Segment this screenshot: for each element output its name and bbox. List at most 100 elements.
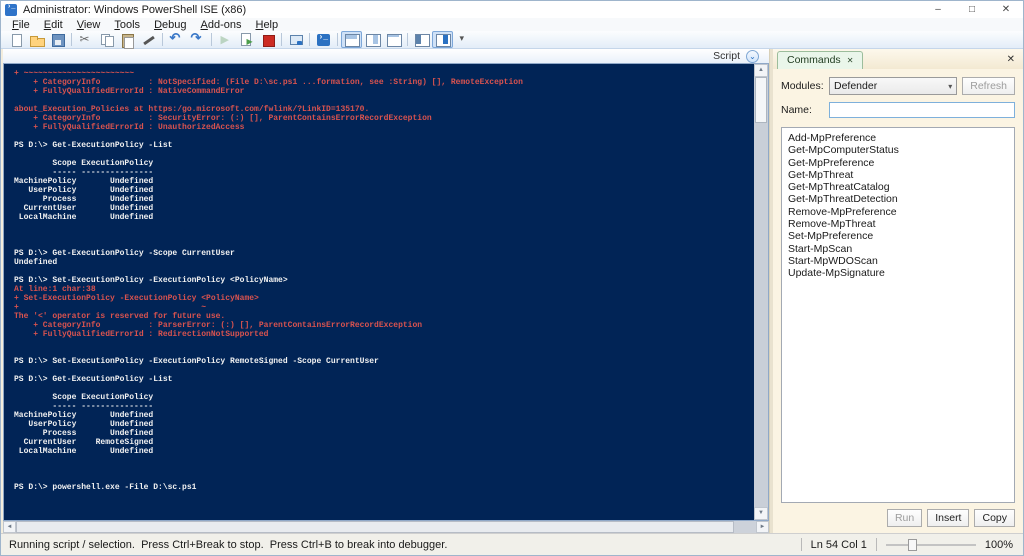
show-command-window-button[interactable]	[411, 31, 432, 48]
toolbar-separator	[309, 33, 310, 46]
menu-item[interactable]: Help	[248, 19, 285, 31]
horizontal-scroll-thumb[interactable]	[16, 521, 734, 533]
zoom-slider[interactable]	[885, 538, 976, 552]
clear-console-pane-button[interactable]	[138, 31, 159, 48]
console-line: CurrentUser RemoteSigned	[14, 438, 154, 447]
close-tab-icon[interactable]: ✕	[847, 56, 854, 65]
command-list-item[interactable]: Get-MpThreatDetection	[782, 193, 1014, 205]
menu-item[interactable]: File	[5, 19, 37, 31]
maximize-button[interactable]: □	[955, 1, 989, 18]
console-line: PS D:\> powershell.exe -File D:\sc.ps1	[14, 483, 197, 492]
command-list-item[interactable]: Start-MpWDOScan	[782, 255, 1014, 267]
run-command-button[interactable]: Run	[886, 509, 923, 527]
cut-button[interactable]	[75, 31, 96, 48]
toolbar-separator	[162, 33, 163, 46]
command-list-item[interactable]: Remove-MpThreat	[782, 218, 1014, 230]
console-line: PS D:\> Get-ExecutionPolicy -List	[14, 141, 173, 150]
vertical-scroll-thumb[interactable]	[755, 77, 767, 123]
show-script-pane-right-button[interactable]	[362, 31, 383, 48]
redo-button[interactable]	[187, 30, 208, 48]
tab-commands[interactable]: Commands ✕	[777, 51, 864, 69]
copy-button[interactable]	[96, 31, 117, 48]
modules-dropdown[interactable]: Defender ▾	[829, 77, 958, 95]
console-horizontal-scrollbar[interactable]: ◄ ►	[3, 521, 769, 533]
horizontal-scroll-track[interactable]	[16, 521, 756, 533]
paste-button[interactable]	[117, 31, 138, 49]
scroll-left-button[interactable]: ◄	[3, 521, 16, 533]
toolbar-icon	[239, 32, 255, 48]
script-pane-header: Script ⌄	[3, 49, 769, 63]
name-filter-input[interactable]	[829, 102, 1015, 118]
scroll-up-button[interactable]: ▲	[754, 64, 768, 77]
new-remote-powershell-tab-button[interactable]	[285, 31, 306, 48]
scroll-down-button[interactable]: ▼	[754, 507, 768, 520]
command-list-item[interactable]: Get-MpComputerStatus	[782, 144, 1014, 156]
console-line: The '<' operator is reserved for future …	[14, 312, 226, 321]
stop-operation-button[interactable]	[257, 31, 278, 48]
toolbar-separator	[281, 33, 282, 46]
console-line: + ~	[14, 303, 207, 312]
console-pane[interactable]: ~~~~~~~~~~~~~~~~~~~~~~~~~~~~~~~~~~~~~ + ~…	[4, 64, 754, 520]
console-line: At line:1 char:38	[14, 285, 96, 294]
modules-row: Modules: Defender ▾ Refresh	[781, 77, 1015, 95]
minimize-button[interactable]: –	[921, 1, 955, 18]
refresh-button[interactable]: Refresh	[962, 77, 1015, 95]
close-panel-icon[interactable]: ✕	[1007, 54, 1017, 69]
console-line: LocalMachine Undefined	[14, 447, 154, 456]
command-list-item[interactable]: Update-MpSignature	[782, 267, 1014, 279]
new-script-button[interactable]	[5, 31, 26, 48]
start-powershell-exe-button[interactable]	[313, 31, 334, 48]
undo-button[interactable]	[166, 30, 187, 48]
console-vertical-scrollbar[interactable]: ▲ ▼	[754, 64, 768, 520]
cursor-position: Ln 54 Col 1	[810, 538, 867, 551]
toolbar-icon	[435, 32, 451, 48]
powershell-app-icon	[5, 3, 17, 16]
insert-command-button[interactable]: Insert	[927, 509, 970, 527]
zoom-level: 100%	[984, 538, 1013, 551]
show-command-addon-button[interactable]	[432, 31, 453, 48]
command-list-item[interactable]: Get-MpThreatCatalog	[782, 181, 1014, 193]
show-script-pane-maximized-button[interactable]	[383, 31, 404, 48]
menu-bar: File Edit View Tools Debug Add-ons Help	[1, 18, 1023, 31]
menu-item[interactable]: Edit	[37, 19, 70, 31]
status-bar: Running script / selection. Press Ctrl+B…	[1, 533, 1023, 555]
vertical-scroll-track[interactable]	[754, 77, 768, 507]
window-title: Administrator: Windows PowerShell ISE (x…	[23, 3, 247, 16]
zoom-slider-thumb[interactable]	[907, 538, 917, 551]
command-list-item[interactable]: Set-MpPreference	[782, 230, 1014, 242]
copy-command-button[interactable]: Copy	[974, 509, 1015, 527]
commands-tab-row: Commands ✕ ✕	[773, 49, 1023, 69]
status-message: Running script / selection. Press Ctrl+B…	[9, 538, 448, 551]
save-script-button[interactable]	[47, 31, 68, 48]
console-line: Process Undefined	[14, 195, 154, 204]
toolbar	[1, 30, 1023, 49]
scroll-right-button[interactable]: ►	[756, 521, 769, 533]
menu-item[interactable]: Tools	[107, 19, 147, 31]
toolbar-icon	[190, 30, 206, 48]
console-line: Scope ExecutionPolicy	[14, 159, 154, 168]
command-list-item[interactable]: Get-MpPreference	[782, 157, 1014, 169]
run-selection-button[interactable]	[236, 31, 257, 48]
zoom-slider-track	[885, 543, 976, 546]
open-script-button[interactable]	[26, 31, 47, 48]
toolbar-icon	[456, 32, 472, 48]
toolbar-icon	[260, 32, 276, 48]
selected-module: Defender	[834, 80, 878, 92]
toolbar-icon	[414, 32, 430, 48]
show-script-pane-top-button[interactable]	[341, 31, 362, 48]
close-button[interactable]: ✕	[989, 1, 1023, 18]
menu-item[interactable]: Add-ons	[194, 19, 249, 31]
toolbar-overflow-button[interactable]	[453, 31, 474, 48]
command-list-item[interactable]: Remove-MpPreference	[782, 206, 1014, 218]
expand-script-pane-button[interactable]: ⌄	[746, 49, 759, 63]
menu-item[interactable]: View	[70, 19, 108, 31]
command-list-item[interactable]: Start-MpScan	[782, 243, 1014, 255]
command-list-item[interactable]: Add-MpPreference	[782, 132, 1014, 144]
toolbar-icon	[288, 32, 304, 48]
run-script-button[interactable]	[215, 31, 236, 48]
command-list-item[interactable]: Get-MpThreat	[782, 169, 1014, 181]
